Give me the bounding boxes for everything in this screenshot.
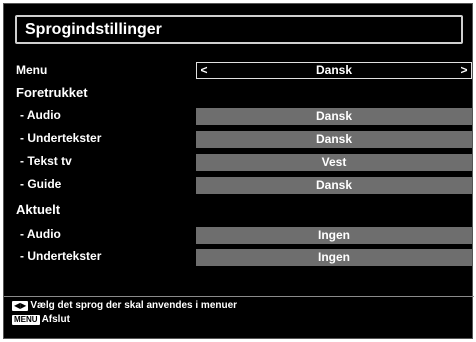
chevron-right-icon[interactable]: >: [459, 63, 469, 78]
preferred-guide-label: - Guide: [20, 177, 62, 191]
language-settings-window: Sprogindstillinger Menu < Dansk > Foretr…: [3, 3, 474, 339]
footer-hint-exit-text: Afslut: [41, 314, 70, 325]
preferred-guide-value[interactable]: Dansk: [196, 177, 472, 194]
preferred-audio-value[interactable]: Dansk: [196, 108, 472, 125]
preferred-heading: Foretrukket: [16, 85, 88, 100]
preferred-teletext-label: - Tekst tv: [20, 154, 72, 168]
menu-key-icon: MENU: [12, 314, 40, 325]
current-audio-label: - Audio: [20, 227, 61, 241]
preferred-audio-label: - Audio: [20, 108, 61, 122]
footer-hint-select: ◀▶ Vælg det sprog der skal anvendes i men…: [12, 300, 237, 311]
preferred-teletext-value[interactable]: Vest: [196, 154, 472, 171]
page-title: Sprogindstillinger: [15, 15, 463, 44]
footer-hint-select-text: Vælg det sprog der skal anvendes i menue…: [30, 300, 238, 311]
footer-hint-exit: MENU Afslut: [12, 314, 70, 325]
chevron-left-icon[interactable]: <: [199, 63, 209, 78]
preferred-subtitles-value[interactable]: Dansk: [196, 131, 472, 148]
footer-divider: [4, 296, 474, 297]
menu-language-selector[interactable]: < Dansk >: [196, 62, 472, 79]
left-right-arrows-icon: ◀▶: [12, 300, 29, 311]
current-subtitles-value[interactable]: Ingen: [196, 249, 472, 266]
menu-language-label: Menu: [16, 63, 48, 77]
current-heading: Aktuelt: [16, 202, 61, 217]
preferred-subtitles-label: - Undertekster: [20, 131, 102, 145]
current-subtitles-label: - Undertekster: [20, 249, 102, 263]
current-audio-value[interactable]: Ingen: [196, 227, 472, 244]
menu-language-value: Dansk: [315, 63, 353, 77]
